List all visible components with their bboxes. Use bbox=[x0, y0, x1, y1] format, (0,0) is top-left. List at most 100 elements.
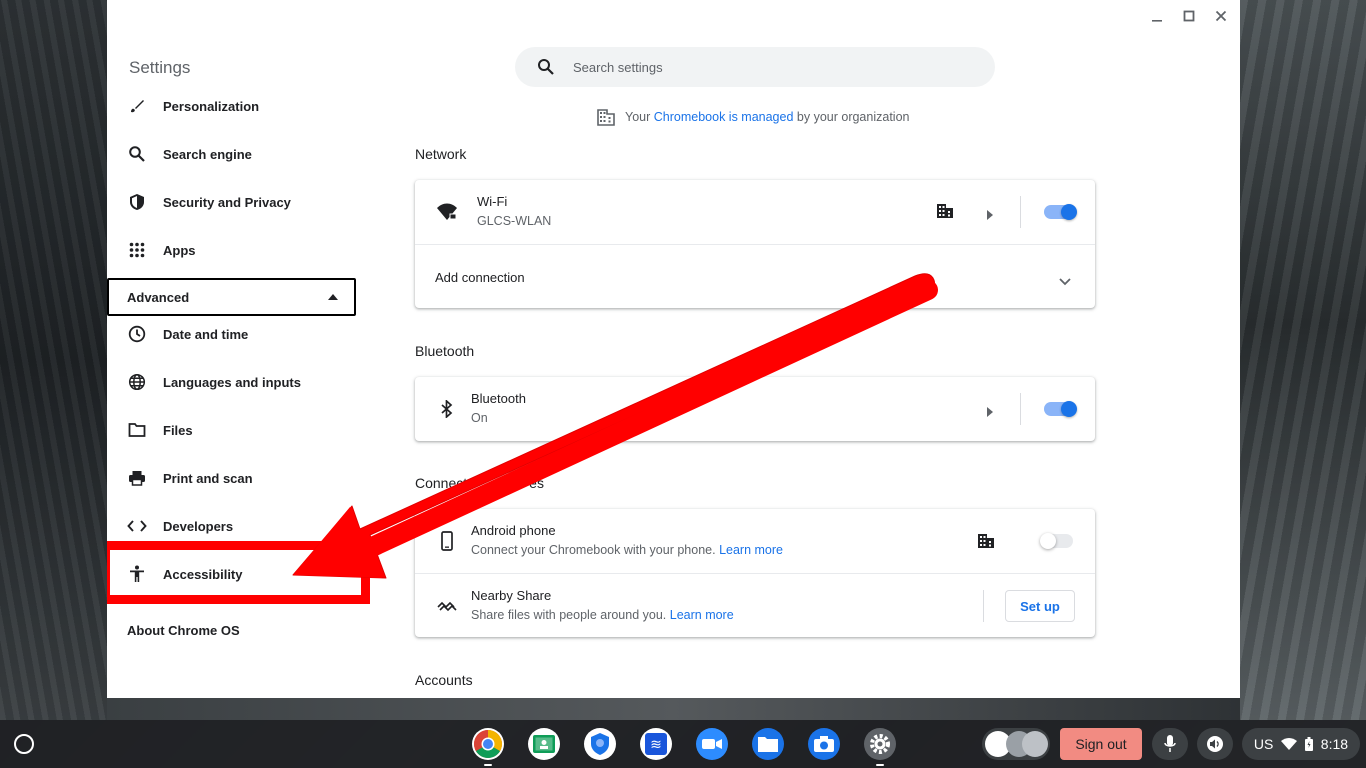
phone-icon bbox=[435, 529, 459, 553]
code-icon bbox=[127, 516, 147, 536]
wifi-row[interactable]: Wi-Fi GLCS-WLAN bbox=[415, 180, 1095, 244]
nearby-share-row[interactable]: Nearby Share Share files with people aro… bbox=[415, 573, 1095, 637]
wifi-toggle[interactable] bbox=[1044, 204, 1077, 220]
nearby-desc-text: Share files with people around you. bbox=[471, 608, 667, 622]
sidebar-item-accessibility[interactable]: Accessibility bbox=[107, 550, 367, 598]
add-connection-row[interactable]: Add connection bbox=[415, 244, 1095, 308]
sidebar-item-search-engine[interactable]: Search engine bbox=[107, 130, 367, 178]
arrow-right-icon[interactable] bbox=[987, 207, 993, 225]
user-avatars[interactable] bbox=[982, 728, 1050, 760]
managed-suffix: by your organization bbox=[796, 110, 910, 124]
sidebar-item-print-and-scan[interactable]: Print and scan bbox=[107, 454, 367, 502]
zoom-icon[interactable] bbox=[696, 728, 728, 760]
android-label: Android phone bbox=[471, 523, 556, 538]
chevron-down-icon[interactable] bbox=[1059, 273, 1071, 291]
sidebar-nav: Personalization Search engine Security a… bbox=[107, 82, 367, 274]
sidebar-item-label: Print and scan bbox=[163, 470, 253, 486]
volume-icon bbox=[1207, 736, 1223, 752]
bluetooth-text: Bluetooth On bbox=[471, 391, 526, 425]
toggle-knob bbox=[1040, 533, 1056, 549]
sidebar-item-languages-and-inputs[interactable]: Languages and inputs bbox=[107, 358, 367, 406]
close-icon bbox=[1215, 10, 1227, 22]
files-icon[interactable] bbox=[752, 728, 784, 760]
android-text: Android phone Connect your Chromebook wi… bbox=[471, 523, 783, 557]
search-bar[interactable] bbox=[515, 47, 995, 87]
nearby-share-icon bbox=[435, 594, 459, 618]
docs-app-icon[interactable]: ≋ bbox=[640, 728, 672, 760]
android-description: Connect your Chromebook with your phone.… bbox=[471, 543, 783, 557]
android-phone-row[interactable]: Android phone Connect your Chromebook wi… bbox=[415, 509, 1095, 573]
shield-icon bbox=[127, 192, 147, 212]
accessibility-icon bbox=[127, 564, 147, 584]
keyboard-locale: US bbox=[1253, 736, 1274, 752]
microphone-button[interactable] bbox=[1152, 728, 1188, 760]
settings-gear-icon[interactable] bbox=[864, 728, 896, 760]
shelf: ≋ Sign out US 8:18 bbox=[0, 720, 1366, 768]
managed-notice: Your Chromebook is managed by your organ… bbox=[597, 108, 909, 126]
search-input[interactable] bbox=[573, 59, 953, 75]
learn-more-link[interactable]: Learn more bbox=[719, 543, 783, 557]
classroom-icon[interactable] bbox=[528, 728, 560, 760]
section-title-connected-devices: Connect es bbox=[415, 475, 544, 491]
sidebar-item-about-chrome-os[interactable]: About Chrome OS bbox=[127, 623, 240, 638]
caret-up-icon bbox=[328, 294, 338, 300]
sidebar-item-files[interactable]: Files bbox=[107, 406, 367, 454]
sign-out-button[interactable]: Sign out bbox=[1060, 728, 1142, 760]
bluetooth-row[interactable]: Bluetooth On bbox=[415, 377, 1095, 441]
set-up-button[interactable]: Set up bbox=[1005, 590, 1075, 622]
maximize-button[interactable] bbox=[1180, 6, 1198, 26]
sidebar-item-label: Security and Privacy bbox=[163, 194, 291, 210]
android-toggle[interactable] bbox=[1040, 533, 1073, 549]
folder-icon bbox=[127, 420, 147, 440]
add-connection-label: Add connection bbox=[435, 270, 525, 285]
sidebar-item-date-and-time[interactable]: Date and time bbox=[107, 310, 367, 358]
section-title-part: es bbox=[529, 475, 544, 491]
bluetooth-toggle[interactable] bbox=[1044, 401, 1077, 417]
maximize-icon bbox=[1183, 10, 1195, 22]
sidebar-item-apps[interactable]: Apps bbox=[107, 226, 367, 274]
chrome-icon[interactable] bbox=[472, 728, 504, 760]
launcher-button[interactable] bbox=[14, 734, 34, 754]
minimize-button[interactable] bbox=[1148, 6, 1166, 26]
avatar bbox=[1022, 731, 1048, 757]
printer-icon bbox=[127, 468, 147, 488]
nearby-description: Share files with people around you. Lear… bbox=[471, 608, 734, 622]
sidebar-item-label: Search engine bbox=[163, 146, 252, 162]
wifi-icon bbox=[1281, 738, 1298, 750]
close-button[interactable] bbox=[1212, 6, 1230, 26]
sidebar-item-label: Files bbox=[163, 422, 193, 438]
running-indicator bbox=[876, 764, 884, 766]
apps-grid-icon bbox=[127, 240, 147, 260]
settings-window: Settings Personalization Search engine S… bbox=[107, 0, 1240, 698]
wifi-text: Wi-Fi GLCS-WLAN bbox=[477, 194, 551, 228]
microphone-icon bbox=[1164, 735, 1176, 752]
bluetooth-status: On bbox=[471, 411, 488, 425]
sidebar-item-personalization[interactable]: Personalization bbox=[107, 82, 367, 130]
sidebar-item-label: Languages and inputs bbox=[163, 374, 301, 390]
advanced-label: Advanced bbox=[127, 289, 190, 305]
nearby-text: Nearby Share Share files with people aro… bbox=[471, 588, 734, 622]
enterprise-building-icon bbox=[978, 534, 994, 553]
security-app-icon[interactable] bbox=[584, 728, 616, 760]
wifi-network-name: GLCS-WLAN bbox=[477, 214, 552, 228]
sidebar-item-developers[interactable]: Developers bbox=[107, 502, 367, 550]
bluetooth-card: Bluetooth On bbox=[415, 377, 1095, 441]
divider bbox=[1020, 196, 1021, 228]
android-desc-text: Connect your Chromebook with your phone. bbox=[471, 543, 716, 557]
bluetooth-icon bbox=[435, 397, 459, 421]
volume-button[interactable] bbox=[1197, 728, 1233, 760]
minimize-icon bbox=[1152, 20, 1162, 22]
wallpaper bbox=[1240, 0, 1366, 720]
section-title-bluetooth: Bluetooth bbox=[415, 343, 475, 359]
toggle-knob bbox=[1061, 401, 1077, 417]
camera-icon[interactable] bbox=[808, 728, 840, 760]
managed-link[interactable]: Chromebook is managed bbox=[654, 110, 794, 124]
arrow-right-icon[interactable] bbox=[987, 404, 993, 422]
sidebar-item-label: Developers bbox=[163, 518, 234, 534]
sidebar-item-security-and-privacy[interactable]: Security and Privacy bbox=[107, 178, 367, 226]
learn-more-link[interactable]: Learn more bbox=[670, 608, 734, 622]
running-indicator bbox=[484, 764, 492, 766]
status-area[interactable]: US 8:18 bbox=[1242, 728, 1360, 760]
divider bbox=[1020, 393, 1021, 425]
window-controls bbox=[1148, 6, 1230, 26]
